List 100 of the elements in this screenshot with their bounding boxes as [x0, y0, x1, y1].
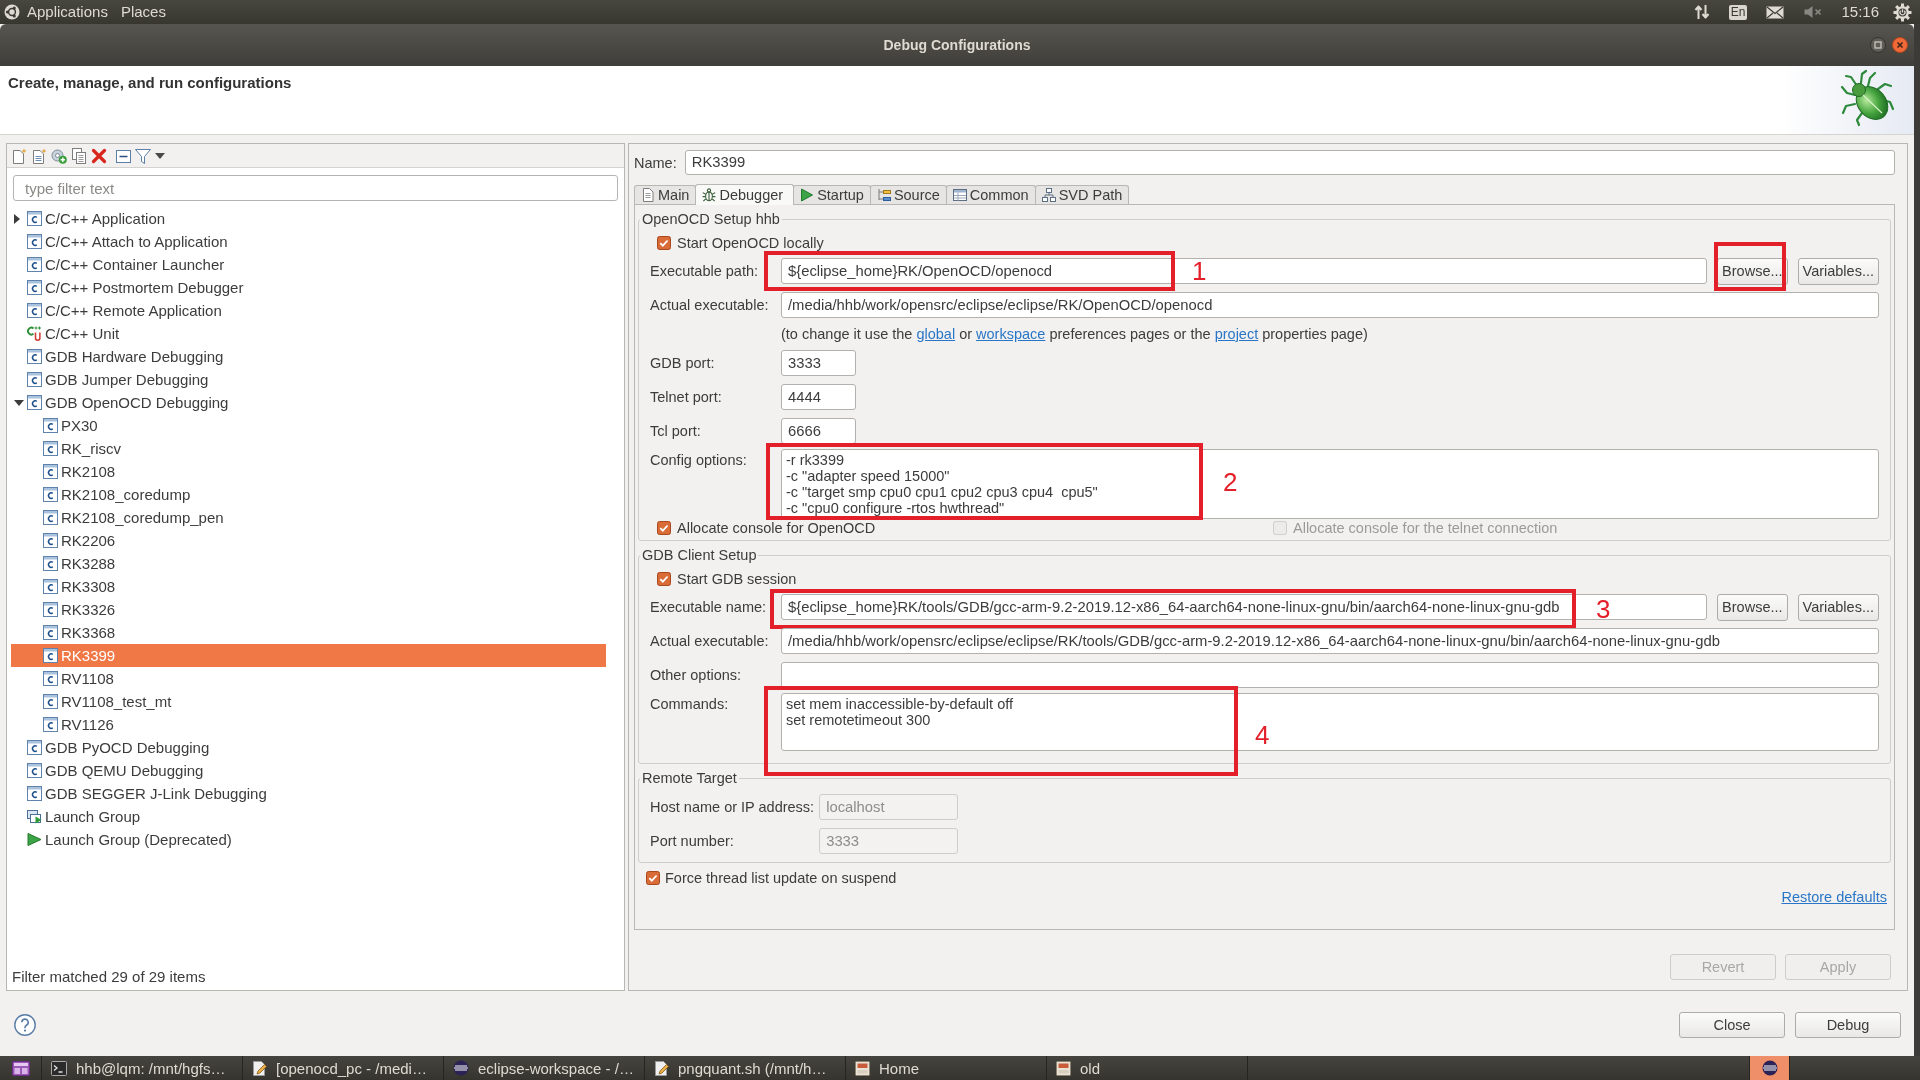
- tree-item[interactable]: C/C++ Application: [11, 207, 606, 230]
- bug-icon: [702, 188, 717, 202]
- checkbox-label[interactable]: Force thread list update on suspend: [665, 869, 897, 886]
- clock[interactable]: 15:16: [1841, 3, 1879, 21]
- tree-item[interactable]: RV1108_test_mt: [11, 690, 606, 713]
- tree-item[interactable]: RK3288: [11, 552, 606, 575]
- field-label: Config options:: [650, 452, 748, 468]
- c-window-icon: [43, 671, 58, 686]
- taskbar-item[interactable]: eclipse-workspace - /…: [444, 1056, 645, 1080]
- c-window-icon: [27, 303, 42, 318]
- input-field[interactable]: 3333: [781, 350, 856, 376]
- pencil-document-icon: [252, 1060, 267, 1076]
- filter-icon[interactable]: [135, 147, 151, 164]
- checkbox-label[interactable]: Allocate console for OpenOCD: [677, 520, 876, 536]
- checkbox[interactable]: [646, 870, 660, 885]
- collapse-icon[interactable]: [116, 148, 131, 163]
- striped-circle-icon: [453, 1060, 469, 1076]
- browse-button[interactable]: Browse...: [1717, 593, 1788, 621]
- tree-item[interactable]: GDB SEGGER J-Link Debugging: [11, 782, 606, 805]
- close-button[interactable]: Close: [1679, 1011, 1785, 1038]
- maximize-icon[interactable]: [1870, 37, 1886, 53]
- speaker-muted-icon[interactable]: [1804, 5, 1822, 19]
- gear-plus-icon[interactable]: [51, 147, 67, 164]
- copy-icon[interactable]: [71, 147, 87, 164]
- gear-icon[interactable]: [1893, 2, 1912, 22]
- tab[interactable]: Common: [945, 185, 1036, 204]
- input-field[interactable]: /media/hhb/work/opensrc/eclipse/eclipse/RK/OpenOCD/openocd: [781, 292, 1879, 318]
- tree-item[interactable]: RK3326: [11, 598, 606, 621]
- caret-icon[interactable]: [155, 152, 165, 159]
- tree-item[interactable]: Launch Group: [11, 805, 606, 828]
- input-field[interactable]: 4444: [781, 384, 856, 410]
- tree-item[interactable]: RV1108: [11, 667, 606, 690]
- input-field[interactable]: [781, 662, 1879, 688]
- tab[interactable]: SVD Path: [1034, 185, 1130, 204]
- document-star-icon[interactable]: [31, 147, 47, 164]
- checkbox[interactable]: [657, 235, 671, 250]
- c-window-icon: [43, 464, 58, 479]
- tree-item[interactable]: C/C++ Container Launcher: [11, 253, 606, 276]
- browse-button[interactable]: Browse...: [1717, 257, 1788, 285]
- tab[interactable]: Source: [869, 185, 947, 204]
- checkbox-label[interactable]: Start GDB session: [677, 570, 797, 587]
- tree-item[interactable]: GDB Jumper Debugging: [11, 368, 606, 391]
- tree-item[interactable]: Launch Group (Deprecated): [11, 828, 606, 851]
- taskbar-item[interactable]: hhb@lqm: /mnt/hgfs…: [42, 1056, 243, 1080]
- variables-button[interactable]: Variables...: [1797, 593, 1879, 621]
- keyboard-layout-indicator[interactable]: En: [1728, 4, 1748, 20]
- tree-item[interactable]: GDB PyOCD Debugging: [11, 736, 606, 759]
- envelope-icon[interactable]: [1766, 5, 1785, 19]
- tree-item[interactable]: RV1126: [11, 713, 606, 736]
- checkbox[interactable]: [657, 571, 671, 586]
- menu-item[interactable]: Places: [120, 3, 166, 21]
- input-field[interactable]: /media/hhb/work/opensrc/eclipse/eclipse/RK/tools/GDB/gcc-arm-9.2-2019.12-x86_64-aarch64-none-linux-gnu/bin/aarch64-none-linux-gnu-gdb: [781, 628, 1879, 654]
- close-icon[interactable]: [1892, 37, 1908, 53]
- delete-icon[interactable]: [91, 147, 107, 164]
- tree-item[interactable]: C/C++ Remote Application: [11, 299, 606, 322]
- link[interactable]: global: [916, 326, 956, 342]
- taskbar-item[interactable]: old: [1047, 1056, 1248, 1080]
- tree-item[interactable]: RK3368: [11, 621, 606, 644]
- taskbar-item[interactable]: [openocd_pc - /medi…: [243, 1056, 444, 1080]
- tree-item[interactable]: GDB QEMU Debugging: [11, 759, 606, 782]
- window-icon: [952, 188, 967, 202]
- tree-item[interactable]: C/C++ Attach to Application: [11, 230, 606, 253]
- taskbar-item[interactable]: [1750, 1056, 1790, 1080]
- tree-item[interactable]: C/C++ Postmortem Debugger: [11, 276, 606, 299]
- checkbox[interactable]: [657, 521, 671, 535]
- annotation-number: 1: [1192, 256, 1207, 286]
- tree-item[interactable]: GDB OpenOCD Debugging: [11, 391, 606, 414]
- tab[interactable]: Debugger: [695, 184, 795, 205]
- taskbar-item[interactable]: pngquant.sh (/mnt/h…: [645, 1056, 846, 1080]
- link[interactable]: workspace: [976, 326, 1046, 342]
- tree-item[interactable]: RK3308: [11, 575, 606, 598]
- tree-item[interactable]: GDB Hardware Debugging: [11, 345, 606, 368]
- caret-down-icon[interactable]: [14, 399, 24, 406]
- up-down-arrows-icon[interactable]: [1693, 4, 1710, 20]
- caret-right-icon[interactable]: [14, 213, 20, 224]
- taskbar-item[interactable]: Home: [846, 1056, 1047, 1080]
- checkbox-label[interactable]: Start OpenOCD locally: [677, 234, 824, 251]
- variables-button[interactable]: Variables...: [1797, 257, 1879, 285]
- tree-item[interactable]: RK2108: [11, 460, 606, 483]
- tree-item[interactable]: RK2108_coredump: [11, 483, 606, 506]
- search-field[interactable]: type filter text: [13, 175, 618, 201]
- menu-item[interactable]: Applications: [27, 3, 108, 21]
- debug-button[interactable]: Debug: [1795, 1011, 1901, 1038]
- tab[interactable]: Main: [634, 185, 697, 204]
- tree-item[interactable]: C/C++ Unit: [11, 322, 606, 345]
- field-label: Telnet port:: [650, 389, 723, 405]
- tree-item[interactable]: RK_riscv: [11, 437, 606, 460]
- tree-item[interactable]: RK2108_coredump_pen: [11, 506, 606, 529]
- link[interactable]: project: [1214, 326, 1259, 342]
- tab[interactable]: Startup: [793, 185, 871, 204]
- tree-item[interactable]: RK2206: [11, 529, 606, 552]
- tree-item[interactable]: PX30: [11, 414, 606, 437]
- help-icon[interactable]: [14, 1013, 36, 1036]
- c-window-icon: [27, 740, 42, 755]
- name-field[interactable]: RK3399: [684, 150, 1895, 175]
- input-field[interactable]: 6666: [781, 418, 856, 444]
- new-document-icon[interactable]: [11, 147, 27, 164]
- logo-icon[interactable]: [4, 4, 20, 20]
- c-window-icon: [27, 395, 42, 410]
- restore-defaults-link[interactable]: Restore defaults: [1781, 889, 1887, 905]
